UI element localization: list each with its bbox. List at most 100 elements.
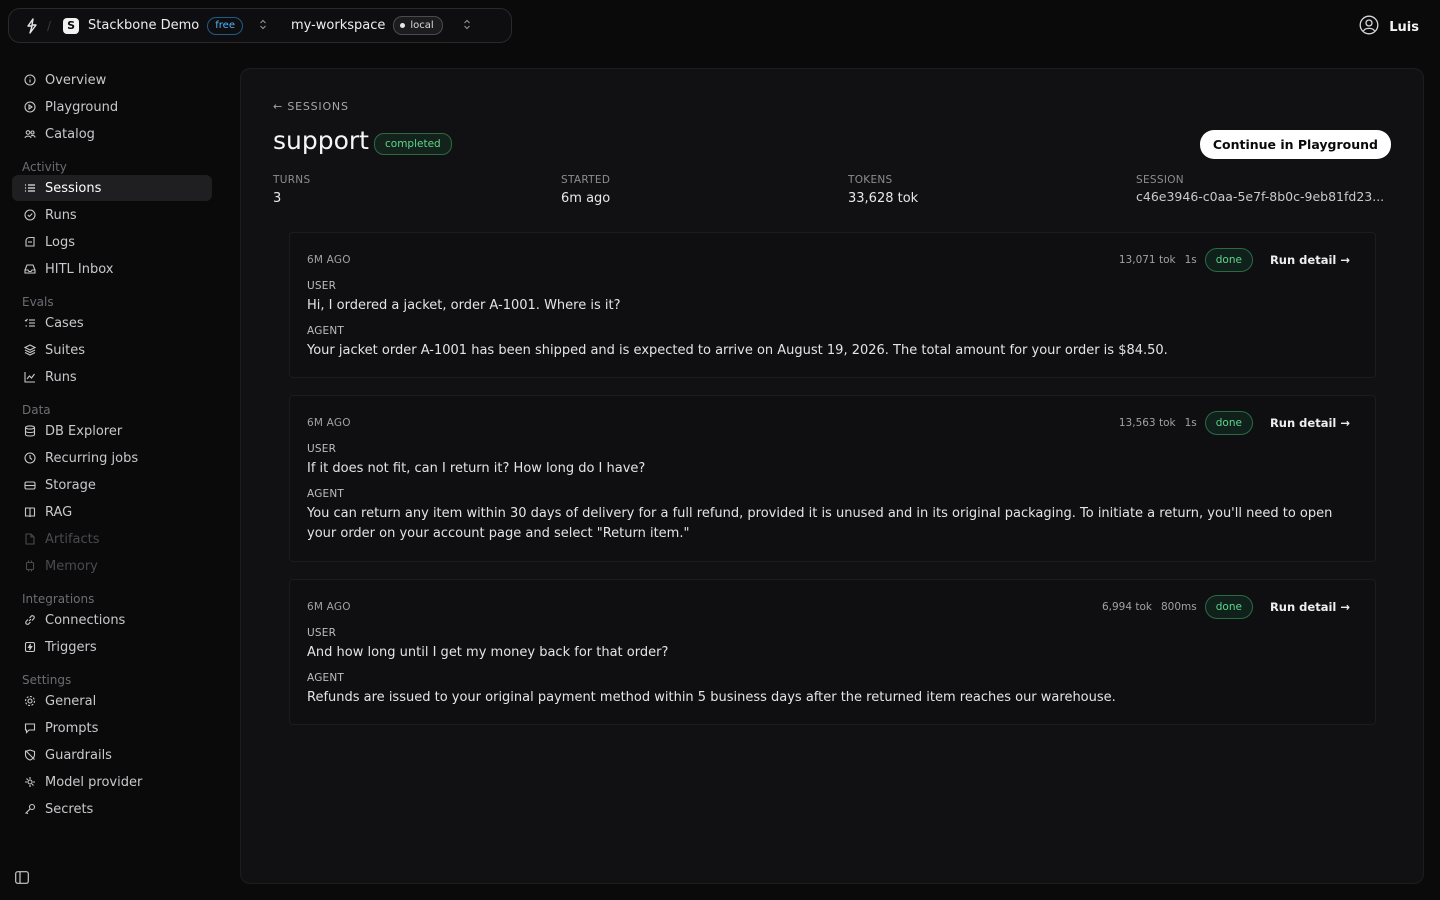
sidebar-item-general[interactable]: General [12,688,212,714]
sidebar-item-hitl-inbox[interactable]: HITL Inbox [12,256,212,282]
chat-icon [24,722,36,734]
sidebar-item-memory: Memory [12,553,212,579]
sidebar-item-recurring-jobs[interactable]: Recurring jobs [12,445,212,471]
sidebar-item-suites[interactable]: Suites [12,337,212,363]
storage-icon [24,479,36,491]
agent-message: Your jacket order A-1001 has been shippe… [307,343,1168,358]
sidebar-item-label: Artifacts [45,531,100,547]
sidebar-item-guardrails[interactable]: Guardrails [12,742,212,768]
turn-duration: 800ms [1160,601,1197,613]
sidebar-item-label: Secrets [45,801,94,817]
stat-started: STARTED 6m ago [561,174,610,206]
turn-meta: 6,994 tok 800ms done Run detail → [1102,595,1350,619]
suites-icon [24,344,36,356]
user-name: Luis [1389,19,1419,35]
turn-tokens: 6,994 tok [1101,601,1152,613]
sidebar-item-label: Triggers [45,639,97,655]
user-role-label: USER [307,443,337,455]
run-detail-link[interactable]: Run detail → [1270,416,1350,430]
status-badge: completed [374,133,452,155]
back-to-sessions-link[interactable]: ← SESSIONS [273,100,349,113]
sidebar-item-label: Prompts [45,720,99,736]
workspace-switcher-chevron-icon[interactable] [461,19,473,33]
sidebar-item-label: General [45,693,97,709]
stat-value: 6m ago [561,191,611,206]
user-menu[interactable]: Luis [1359,15,1419,39]
turn-tokens: 13,071 tok [1118,254,1176,266]
sidebar-item-label: RAG [45,504,73,520]
stat-label: TOKENS [848,174,893,186]
stat-value: 33,628 tok [848,191,919,206]
continue-in-playground-button[interactable]: Continue in Playground [1199,130,1391,159]
sidebar-item-playground[interactable]: Playground [12,94,212,120]
play-circle-icon [24,101,36,113]
clock-icon [24,452,36,464]
run-detail-link[interactable]: Run detail → [1270,253,1350,267]
turn-meta: 13,563 tok 1s done Run detail → [1119,411,1350,435]
sidebar-item-label: Runs [45,369,77,385]
turn-card: 6M AGO 13,563 tok 1s done Run detail → U… [289,395,1376,562]
sidebar-item-label: DB Explorer [45,423,123,439]
chart-icon [24,371,36,383]
sidebar-item-triggers[interactable]: Triggers [12,634,212,660]
turn-duration: 1s [1184,254,1197,266]
org-switcher-chevron-icon[interactable] [257,19,269,33]
sidebar-section-integrations: Integrations [22,592,95,606]
sidebar-section-evals: Evals [22,295,54,309]
file-icon [24,533,36,545]
turn-status-badge: done [1204,411,1253,435]
sidebar-item-label: Connections [45,612,126,628]
turn-card: 6M AGO 13,071 tok 1s done Run detail → U… [289,232,1376,378]
sidebar-item-label: HITL Inbox [45,261,114,277]
sidebar-item-db-explorer[interactable]: DB Explorer [12,418,212,444]
sidebar-item-prompts[interactable]: Prompts [12,715,212,741]
turn-time: 6M AGO [307,417,351,429]
agent-message: You can return any item within 30 days o… [307,506,1337,541]
sidebar-item-cases[interactable]: Cases [12,310,212,336]
user-message: If it does not fit, can I return it? How… [307,461,646,476]
stackbone-logo-icon[interactable] [19,9,45,42]
turn-status-badge: done [1204,595,1253,619]
env-dot-icon [400,23,406,28]
memory-icon [24,560,36,572]
check-circle-icon [24,209,36,221]
sidebar-item-label: Recurring jobs [45,450,139,466]
turn-duration: 1s [1184,417,1197,429]
sidebar-item-secrets[interactable]: Secrets [12,796,212,822]
database-icon [24,425,36,437]
session-id-value[interactable]: c46e3946-c0aa-5e7f-8b0c-9eb81fd23... [1136,189,1384,204]
workspace-name[interactable]: my-workspace [291,18,385,33]
gear-icon [24,695,36,707]
info-icon [24,74,36,86]
list-icon [24,182,36,194]
sidebar-item-catalog[interactable]: Catalog [12,121,212,147]
sidebar-item-artifacts: Artifacts [12,526,212,552]
sidebar-item-label: Model provider [45,774,143,790]
sidebar-item-overview[interactable]: Overview [12,67,212,93]
stat-session-id: SESSION c46e3946-c0aa-5e7f-8b0c-9eb81fd2… [1136,174,1384,204]
sidebar-toggle-icon[interactable] [15,871,29,888]
sidebar-item-connections[interactable]: Connections [12,607,212,633]
sidebar-item-label: Cases [45,315,84,331]
book-icon [24,506,36,518]
agent-role-label: AGENT [307,488,345,500]
sidebar-item-logs[interactable]: Logs [12,229,212,255]
run-detail-link[interactable]: Run detail → [1270,600,1350,614]
stat-label: SESSION [1136,174,1184,186]
stat-value: 3 [273,191,282,206]
sidebar-item-runs[interactable]: Runs [12,364,212,390]
sidebar-item-storage[interactable]: Storage [12,472,212,498]
sidebar-item-model-provider[interactable]: Model provider [12,769,212,795]
checklist-icon [24,317,36,329]
turn-tokens: 13,563 tok [1118,417,1176,429]
stat-turns: TURNS 3 [273,174,310,206]
org-name[interactable]: Stackbone Demo [88,18,199,33]
page-title: support [273,126,369,155]
sidebar-item-runs[interactable]: Runs [12,202,212,228]
agent-role-label: AGENT [307,672,345,684]
sidebar-item-label: Logs [45,234,75,250]
sidebar-item-rag[interactable]: RAG [12,499,212,525]
user-message: Hi, I ordered a jacket, order A-1001. Wh… [307,298,621,313]
sidebar-item-sessions[interactable]: Sessions [12,175,212,201]
breadcrumb-separator: / [47,18,52,33]
